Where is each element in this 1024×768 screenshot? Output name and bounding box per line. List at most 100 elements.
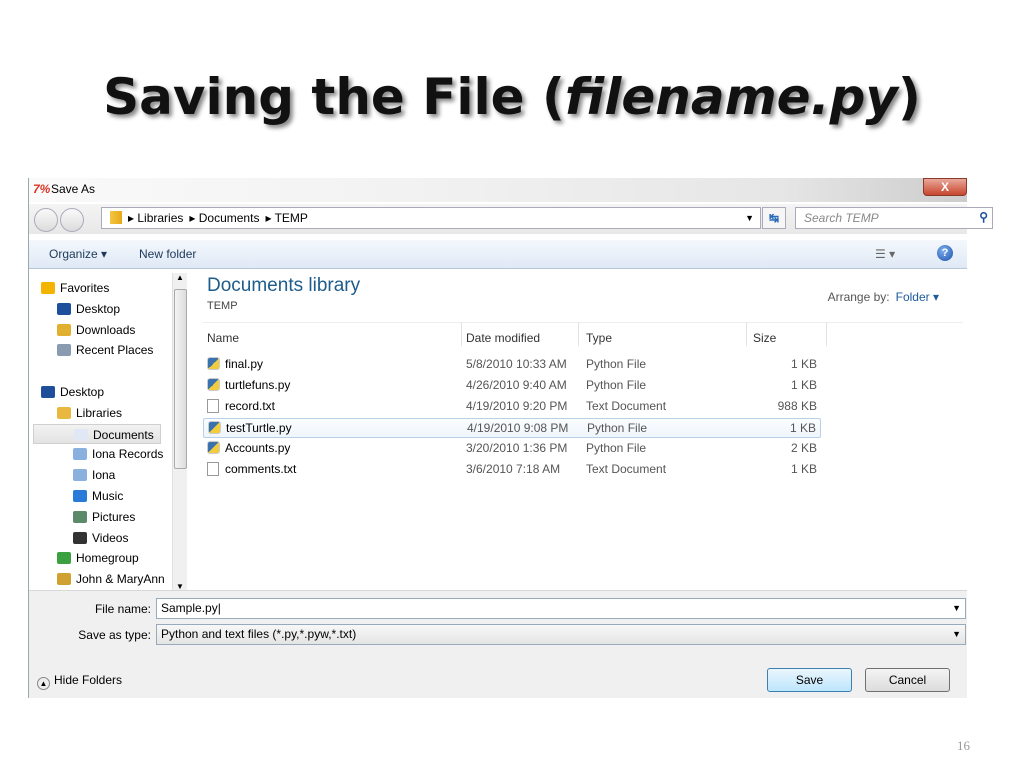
sidebar-item-icon xyxy=(73,510,87,523)
save-as-dialog: 7% Save As X ▸ Libraries ▸ Documents ▸ TEM… xyxy=(28,178,993,698)
file-size: 1 KB xyxy=(790,378,817,392)
scroll-up-icon[interactable]: ▲ xyxy=(176,273,184,282)
file-list-pane: Documents library TEMP Arrange by: Folder… xyxy=(191,270,967,590)
back-button[interactable] xyxy=(34,208,58,232)
file-row[interactable]: turtlefuns.py 4/26/2010 9:40 AM Python Fil… xyxy=(203,376,821,396)
save-type-select[interactable]: Python and text files (*.py,*.pyw,*.txt)… xyxy=(156,624,966,645)
save-button[interactable]: Save xyxy=(767,668,852,692)
refresh-button[interactable]: ↹ xyxy=(762,207,786,229)
close-button[interactable]: X xyxy=(923,178,967,196)
python-file-icon xyxy=(207,378,220,391)
file-row[interactable]: Accounts.py 3/20/2010 1:36 PM Python File 2… xyxy=(203,439,821,459)
file-size: 1 KB xyxy=(790,462,817,476)
file-type: Text Document xyxy=(586,399,667,413)
sidebar-item[interactable]: Videos xyxy=(29,528,189,549)
file-name: record.txt xyxy=(207,397,275,416)
sidebar-item-label: Desktop xyxy=(60,384,105,399)
chevron-down-icon[interactable]: ▼ xyxy=(952,599,961,618)
sidebar-item[interactable]: Libraries xyxy=(29,403,189,424)
address-bar[interactable]: ▸ Libraries ▸ Documents ▸ TEMP ▼ xyxy=(101,207,761,229)
sidebar-item[interactable]: Desktop xyxy=(29,299,189,320)
sidebar-item[interactable]: Documents xyxy=(33,423,161,445)
new-folder-button[interactable]: New folder xyxy=(139,247,196,261)
text-file-icon xyxy=(207,399,219,413)
slide-title: Saving the File (filename.py) xyxy=(103,68,921,126)
sidebar-item-label: Documents xyxy=(93,427,154,442)
python-file-icon xyxy=(207,441,220,454)
sidebar-item-label: Pictures xyxy=(92,509,136,524)
sidebar-item[interactable]: Favorites xyxy=(29,278,189,299)
scrollbar-thumb[interactable] xyxy=(174,289,187,469)
file-row[interactable]: comments.txt 3/6/2010 7:18 AM Text Documen… xyxy=(203,460,821,480)
sidebar-item-label: John & MaryAnn xyxy=(76,572,165,587)
breadcrumb-documents[interactable]: Documents xyxy=(199,211,260,225)
save-type-value: Python and text files (*.py,*.pyw,*.txt) xyxy=(161,627,357,641)
view-options-icon[interactable]: ☰ ▾ xyxy=(875,247,895,261)
collapse-icon: ▲ xyxy=(37,677,50,690)
file-row[interactable]: record.txt 4/19/2010 9:20 PM Text Document… xyxy=(203,397,821,417)
chevron-down-icon[interactable]: ▼ xyxy=(952,625,961,644)
toolbar: Organize ▾ New folder ☰ ▾ ? xyxy=(29,240,967,269)
sidebar-item-icon xyxy=(73,489,87,502)
file-name-value: Sample.py xyxy=(161,601,218,615)
hide-folders-label: Hide Folders xyxy=(54,673,123,687)
file-size: 1 KB xyxy=(790,357,817,371)
sidebar-item[interactable]: Iona Records xyxy=(29,444,189,465)
breadcrumb-libraries[interactable]: Libraries xyxy=(137,211,183,225)
navigation-pane: Favorites Desktop Downloads Recent Places De… xyxy=(29,270,189,590)
sidebar-item-label: Downloads xyxy=(76,322,136,337)
file-type: Text Document xyxy=(586,462,667,476)
title-bar: 7% Save As X xyxy=(29,178,967,202)
column-header-name[interactable]: Name xyxy=(207,331,239,345)
file-date: 4/19/2010 9:20 PM xyxy=(466,399,568,413)
sidebar-item-icon xyxy=(57,323,71,336)
library-subtitle: TEMP xyxy=(207,300,238,312)
sidebar-item[interactable]: Music xyxy=(29,486,189,507)
search-input[interactable]: Search TEMP ⚲ xyxy=(795,207,993,229)
arrange-by[interactable]: Arrange by: Folder ▾ xyxy=(828,290,939,304)
sidebar-item[interactable]: Downloads xyxy=(29,320,189,341)
file-row[interactable]: testTurtle.py 4/19/2010 9:08 PM Python Fil… xyxy=(203,418,821,438)
sidebar-item[interactable]: Desktop xyxy=(29,382,189,403)
save-type-label: Save as type: xyxy=(78,628,151,642)
sidebar-item-label: Iona Records xyxy=(92,447,164,462)
sidebar-item-label: Iona xyxy=(92,468,116,483)
sidebar-item-label: Desktop xyxy=(76,301,121,316)
file-size: 988 KB xyxy=(777,399,817,413)
column-header-type[interactable]: Type xyxy=(586,331,612,345)
file-date: 4/19/2010 9:08 PM xyxy=(467,421,569,435)
sidebar-item[interactable]: Iona xyxy=(29,465,189,486)
help-icon[interactable]: ? xyxy=(937,245,953,261)
address-dropdown-icon[interactable]: ▼ xyxy=(745,208,754,228)
address-row: ▸ Libraries ▸ Documents ▸ TEMP ▼ ↹ Search … xyxy=(29,204,993,234)
sidebar-item[interactable]: John & MaryAnn xyxy=(29,569,189,590)
navigation-scrollbar[interactable]: ▲ ▼ xyxy=(172,273,187,591)
forward-button[interactable] xyxy=(60,208,84,232)
search-icon[interactable]: ⚲ xyxy=(979,210,988,224)
arrange-label: Arrange by: xyxy=(827,290,890,304)
organize-button[interactable]: Organize ▾ xyxy=(49,247,107,261)
file-name: final.py xyxy=(207,355,263,374)
python-file-icon xyxy=(208,421,221,434)
file-name: Accounts.py xyxy=(207,439,290,458)
sidebar-item[interactable]: Recent Places xyxy=(29,340,189,361)
sidebar-item-label: Favorites xyxy=(60,281,110,295)
sidebar-item[interactable]: Pictures xyxy=(29,507,189,528)
file-name-input[interactable]: Sample.py| ▼ xyxy=(156,598,966,619)
python-file-icon xyxy=(207,357,220,370)
file-date: 5/8/2010 10:33 AM xyxy=(466,357,567,371)
file-name-label: File name: xyxy=(94,602,151,616)
arrange-value[interactable]: Folder ▾ xyxy=(896,290,939,304)
cancel-button[interactable]: Cancel xyxy=(865,668,950,692)
hide-folders-button[interactable]: ▲ Hide Folders xyxy=(37,673,122,690)
file-row[interactable]: final.py 5/8/2010 10:33 AM Python File 1 KB xyxy=(203,355,821,375)
sidebar-item-label: Recent Places xyxy=(76,343,154,358)
column-header-date[interactable]: Date modified xyxy=(466,331,540,345)
column-header-size[interactable]: Size xyxy=(753,331,776,345)
breadcrumb-temp[interactable]: TEMP xyxy=(275,211,308,225)
folder-icon xyxy=(110,211,122,224)
sidebar-item-icon xyxy=(41,282,55,294)
sidebar-item[interactable]: Homegroup xyxy=(29,548,189,569)
file-type: Python File xyxy=(587,421,648,435)
